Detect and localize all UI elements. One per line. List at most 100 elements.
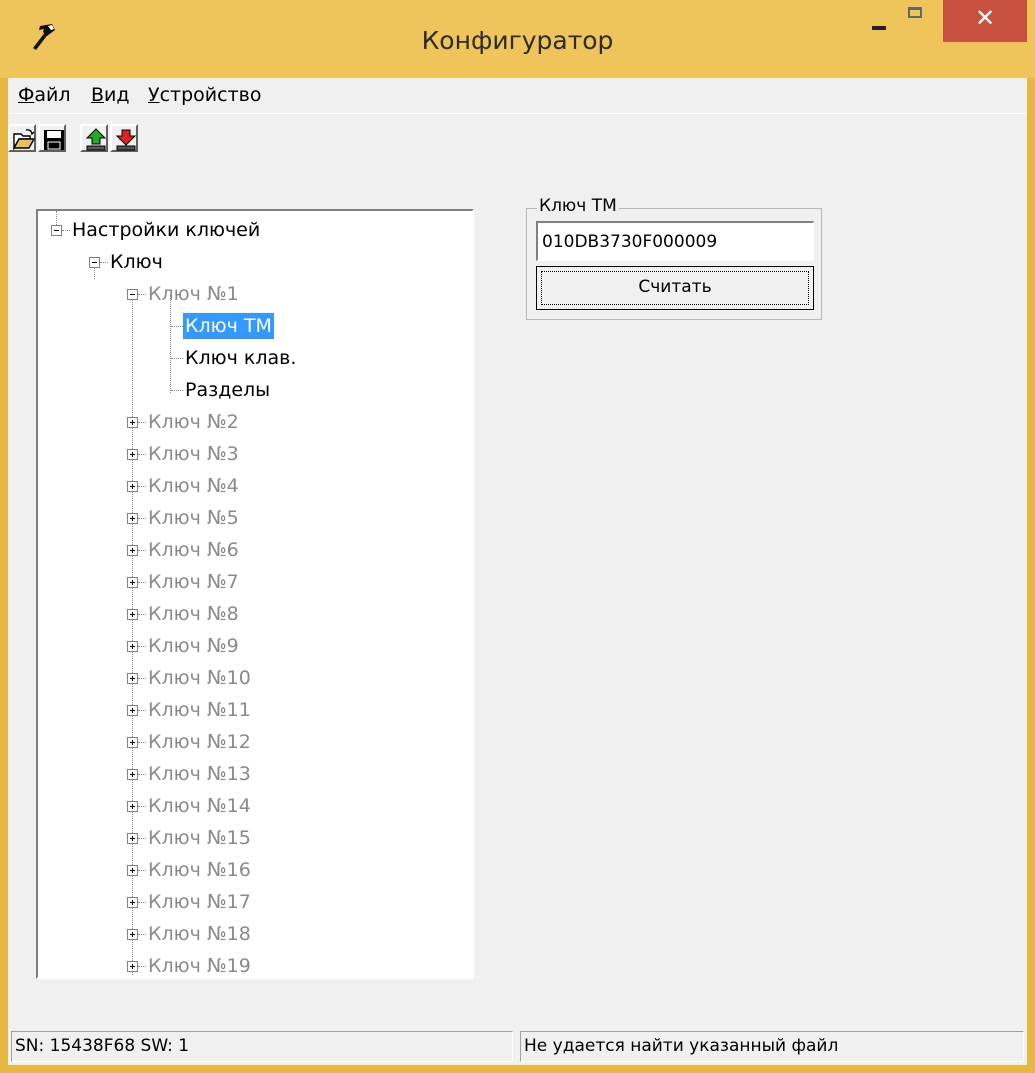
tree-key-label: Ключ №5 bbox=[148, 507, 239, 529]
tree-connector bbox=[138, 966, 146, 967]
tree-key-label: Ключ №18 bbox=[148, 923, 251, 945]
tree-connector bbox=[138, 870, 146, 871]
tree-connector bbox=[138, 422, 146, 423]
close-icon: ✕ bbox=[974, 4, 996, 32]
tree-connector bbox=[100, 262, 108, 263]
tree-connector bbox=[171, 326, 183, 327]
tree-connector bbox=[171, 390, 183, 391]
hammer-icon bbox=[33, 24, 55, 50]
tree-key-label: Ключ №2 bbox=[148, 411, 239, 433]
maximize-button[interactable] bbox=[898, 0, 942, 40]
tree-connector bbox=[138, 646, 146, 647]
expand-icon[interactable] bbox=[127, 481, 138, 492]
tree-key-label: Ключ №15 bbox=[148, 827, 251, 849]
tree-scrollbar[interactable] bbox=[472, 211, 474, 977]
groupbox-title: Ключ TM bbox=[537, 196, 619, 216]
status-bar: SN: 15438F68 SW: 1 Не удается найти указ… bbox=[8, 1028, 1027, 1065]
expand-icon[interactable] bbox=[127, 769, 138, 780]
menu-device[interactable]: Устройство bbox=[148, 84, 261, 106]
expand-icon[interactable] bbox=[127, 673, 138, 684]
tree-line bbox=[170, 295, 171, 393]
tree-connector bbox=[138, 550, 146, 551]
expand-icon[interactable] bbox=[127, 865, 138, 876]
key-code-input[interactable] bbox=[536, 221, 814, 261]
tree-connector bbox=[62, 230, 70, 231]
application-window: Конфигуратор ✕ Файл Вид Устройство Настр… bbox=[0, 0, 1035, 1073]
tree-connector bbox=[138, 710, 146, 711]
tree-leaf-label: Ключ клав. bbox=[185, 347, 297, 369]
expand-icon[interactable] bbox=[127, 705, 138, 716]
expand-icon[interactable] bbox=[127, 449, 138, 460]
tree-connector bbox=[138, 582, 146, 583]
settings-tree[interactable]: Настройки ключей Ключ Ключ №1 Ключ TM Кл… bbox=[36, 209, 474, 979]
tree-key-label: Ключ №12 bbox=[148, 731, 251, 753]
expand-icon[interactable] bbox=[127, 641, 138, 652]
title-bar[interactable]: Конфигуратор ✕ bbox=[0, 0, 1035, 78]
scroll-up-icon[interactable] bbox=[472, 211, 474, 241]
tree-connector bbox=[138, 614, 146, 615]
tree-root-label: Настройки ключей bbox=[72, 219, 261, 241]
tree-leaf-label: Разделы bbox=[185, 379, 271, 401]
expand-icon[interactable] bbox=[127, 929, 138, 940]
minimize-button[interactable] bbox=[860, 0, 900, 40]
expand-icon[interactable] bbox=[127, 961, 138, 972]
save-file-button[interactable] bbox=[38, 124, 66, 152]
expand-icon[interactable] bbox=[127, 417, 138, 428]
tree-connector bbox=[138, 902, 146, 903]
read-button[interactable]: Считать bbox=[536, 266, 814, 310]
red-down-arrow-icon bbox=[115, 129, 137, 151]
close-button[interactable]: ✕ bbox=[943, 0, 1027, 42]
tree-connector bbox=[138, 838, 146, 839]
tree-key-label: Ключ №17 bbox=[148, 891, 251, 913]
tree-content: Настройки ключей Ключ Ключ №1 Ключ TM Кл… bbox=[38, 211, 438, 977]
tree-connector bbox=[138, 486, 146, 487]
tree-key-label: Ключ №8 bbox=[148, 603, 239, 625]
client-area: Файл Вид Устройство Настройки ключей Клю… bbox=[8, 78, 1027, 1065]
scroll-down-icon[interactable] bbox=[472, 947, 474, 977]
tree-leaf-label: Ключ TM bbox=[183, 313, 274, 339]
expand-icon[interactable] bbox=[127, 577, 138, 588]
tree-key-label: Ключ №16 bbox=[148, 859, 251, 881]
tree-key-label: Ключ №13 bbox=[148, 763, 251, 785]
tree-key-label: Ключ №14 bbox=[148, 795, 251, 817]
tree-key-label: Ключ №4 bbox=[148, 475, 239, 497]
tree-key-label: Ключ №6 bbox=[148, 539, 239, 561]
tree-key-label: Ключ №3 bbox=[148, 443, 239, 465]
tree-key-label: Ключ №11 bbox=[148, 699, 251, 721]
expand-icon[interactable] bbox=[127, 545, 138, 556]
menu-view[interactable]: Вид bbox=[91, 84, 130, 106]
tree-connector bbox=[171, 358, 183, 359]
key-tm-groupbox: Ключ TM Считать bbox=[526, 196, 822, 320]
collapse-icon[interactable] bbox=[127, 289, 138, 300]
menu-bar: Файл Вид Устройство bbox=[8, 78, 1027, 112]
tree-group-label: Ключ bbox=[110, 251, 163, 273]
expand-icon[interactable] bbox=[127, 833, 138, 844]
tree-connector bbox=[138, 518, 146, 519]
status-serial: SN: 15438F68 SW: 1 bbox=[11, 1031, 513, 1062]
tree-key-label: Ключ №9 bbox=[148, 635, 239, 657]
tree-key-label: Ключ №10 bbox=[148, 667, 251, 689]
tree-connector bbox=[138, 806, 146, 807]
download-button[interactable] bbox=[110, 124, 138, 152]
toolbar-separator bbox=[8, 113, 1027, 114]
tree-connector bbox=[138, 678, 146, 679]
menu-file[interactable]: Файл bbox=[18, 84, 71, 106]
tree-key-label: Ключ №7 bbox=[148, 571, 239, 593]
tree-key1-label: Ключ №1 bbox=[148, 283, 239, 305]
collapse-icon[interactable] bbox=[51, 225, 62, 236]
floppy-disk-icon bbox=[44, 130, 64, 150]
open-file-button[interactable] bbox=[8, 124, 36, 152]
expand-icon[interactable] bbox=[127, 737, 138, 748]
upload-button[interactable] bbox=[80, 124, 108, 152]
expand-icon[interactable] bbox=[127, 801, 138, 812]
tree-connector bbox=[138, 934, 146, 935]
expand-icon[interactable] bbox=[127, 513, 138, 524]
tree-key-label: Ключ №19 bbox=[148, 955, 251, 977]
expand-icon[interactable] bbox=[127, 897, 138, 908]
expand-icon[interactable] bbox=[127, 609, 138, 620]
read-button-label: Считать bbox=[638, 277, 712, 297]
tree-connector bbox=[138, 774, 146, 775]
collapse-icon[interactable] bbox=[89, 257, 100, 268]
folder-open-icon bbox=[12, 129, 36, 151]
status-message: Не удается найти указанный файл bbox=[520, 1031, 1024, 1062]
